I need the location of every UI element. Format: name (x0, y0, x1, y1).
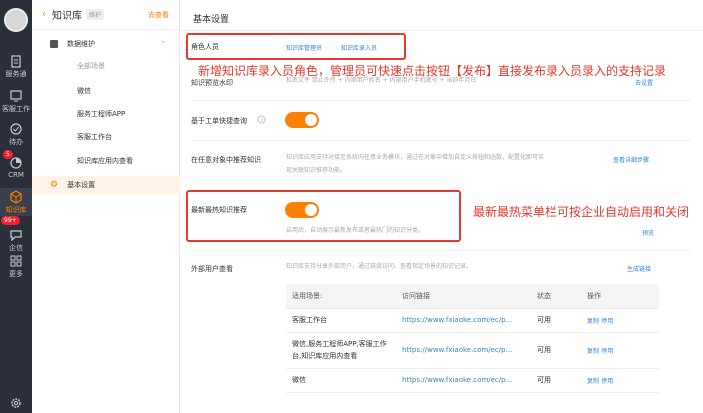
actions-cell: 复制 停用 (581, 368, 659, 393)
watermark-settings-link[interactable]: 去设置 (635, 78, 653, 87)
actions-cell: 复制 停用 (581, 332, 659, 369)
copy-link[interactable]: 复制 (587, 348, 599, 355)
rail-item-knowledge[interactable]: 知识库 99+ (0, 188, 32, 225)
nav-item-basic-settings[interactable]: ⚙ 基本设置 (32, 176, 180, 194)
table-row: 微信,服务工程师APP,客服工作台,知识库应用内查看 https://www.f… (286, 332, 659, 369)
preview-link[interactable]: 预览 (642, 228, 654, 237)
scene-cell: 客服工作台 (286, 308, 396, 333)
clipboard-icon (11, 55, 21, 68)
watermark-desc: 私密文件 禁止外传 + 内部用户姓名 + 内部用户手机尾号 + 当前年月日 (286, 77, 477, 84)
monitor-icon (10, 90, 22, 102)
status-cell: 可用 (531, 332, 581, 369)
roles-label: 角色人员 (191, 43, 219, 51)
rail-item-todo[interactable]: 待办 (0, 122, 32, 147)
table-row: 微信 https://www.fxiaoke.com/ec/p... 可用 复制… (286, 368, 659, 393)
status-cell: 可用 (531, 368, 581, 393)
nav-item-wechat[interactable]: 微信 (77, 86, 91, 96)
hot-toggle[interactable] (285, 202, 319, 218)
rail-label: CRM (8, 171, 24, 179)
help-circle-icon[interactable]: ? (257, 115, 266, 124)
grid-icon (10, 255, 22, 267)
disable-link[interactable]: 停用 (601, 378, 613, 385)
knowledge-badge: 99+ (1, 216, 20, 225)
page-title: 基本设置 (193, 15, 230, 25)
gear-icon: ⚙ (50, 180, 59, 190)
rail-label: 更多 (9, 270, 23, 278)
view-link[interactable]: 去查看 (148, 10, 169, 20)
rail-label: 服务通 (5, 70, 27, 78)
actions-cell: 复制 停用 (581, 308, 659, 333)
check-circle-icon (10, 123, 22, 135)
url-link[interactable]: https://www.fxiaoke.com/ec/p... (396, 332, 531, 369)
status-cell: 可用 (531, 308, 581, 333)
rail-item-chat[interactable]: 企信 (0, 228, 32, 253)
divider (191, 140, 691, 141)
annotation-hot: 最新最热菜单栏可按企业自动启用和关闭 (473, 205, 690, 219)
scene-cell: 微信,服务工程师APP,客服工作台,知识库应用内查看 (286, 332, 396, 369)
hot-desc: 启用后，自动展示最新发布或者最热门的知识分类。 (286, 227, 425, 234)
avatar[interactable] (4, 8, 28, 32)
rail-item-service[interactable]: 服务通 (0, 54, 32, 79)
chat-icon (10, 230, 22, 242)
nav-item-in-app-view[interactable]: 知识库应用内查看 (77, 156, 133, 166)
nav-item-all-scenes[interactable]: 全部场景 (77, 61, 105, 71)
col-status: 状态 (531, 284, 581, 309)
external-label: 外部用户查看 (191, 265, 233, 273)
divider (191, 100, 691, 101)
watermark-label: 知识预览水印 (191, 79, 233, 87)
ticket-query-label: 基于工单快捷查询 (191, 117, 247, 125)
copy-link[interactable]: 复制 (587, 318, 599, 325)
external-desc: 知识库支持分享外部用户，通过链接访问、查看指定场景的知识记录。 (286, 263, 473, 270)
nav-group-data[interactable]: 数据维护 ⌃ (32, 35, 180, 53)
rail-label: 企信 (9, 244, 23, 252)
rail-item-cs-work[interactable]: 客服工作 (0, 89, 32, 114)
knowledge-nav: ‹ 知识库 维护 去查看 数据维护 ⌃ 全部场景 微信 服务工程师APP 客服工… (32, 0, 180, 413)
nav-tag: 维护 (86, 9, 105, 20)
generate-link[interactable]: 生成链接 (627, 264, 651, 273)
table-row: 客服工作台 https://www.fxiaoke.com/ec/p... 可用… (286, 308, 659, 333)
nav-active-label: 基本设置 (67, 181, 96, 189)
ticket-query-toggle[interactable] (285, 112, 319, 128)
nav-item-cs-workbench[interactable]: 客服工作台 (77, 132, 112, 142)
rail-item-more[interactable]: 更多 (0, 254, 32, 279)
rail-label: 客服工作 (2, 105, 30, 113)
any-object-desc-2: 现关联知识推荐功能。 (286, 167, 347, 174)
back-chevron-icon[interactable]: ‹ (42, 9, 46, 20)
any-object-desc-1: 知识库应用支持对接至系统内任意业务模块，通过在对象中增加自定义按钮和函数，配置化… (286, 154, 545, 161)
settings-gear-icon[interactable] (9, 396, 23, 410)
main-content: 基本设置 角色人员 知识库管理员 知识库录入员 新增知识库录入员角色，管理员可快… (181, 0, 703, 413)
chevron-up-icon: ⌃ (160, 40, 166, 48)
scene-cell: 微信 (286, 368, 396, 393)
app-rail: 服务通 客服工作 待办 CRM 5 知识库 99+ 企信 更多 (0, 0, 32, 413)
box-icon (10, 190, 22, 204)
divider (181, 30, 703, 31)
divider (191, 250, 691, 251)
role-editor-link[interactable]: 知识库录入员 (341, 43, 377, 52)
hot-label: 最新最热知识推荐 (191, 206, 247, 214)
nav-group-label: 数据维护 (67, 40, 95, 48)
view-steps-link[interactable]: 查看详细步骤 (613, 155, 649, 164)
disable-link[interactable]: 停用 (601, 318, 613, 325)
col-scene: 适用场景: (286, 284, 396, 309)
any-object-label: 在任意对象中推荐知识 (191, 156, 261, 164)
col-actions: 操作 (581, 284, 659, 309)
col-url: 访问链接 (396, 284, 531, 309)
rail-item-crm[interactable]: CRM 5 (0, 150, 32, 179)
url-link[interactable]: https://www.fxiaoke.com/ec/p... (396, 368, 531, 393)
rail-label: 待办 (9, 138, 23, 146)
nav-title: 知识库 (52, 11, 82, 22)
role-admin-link[interactable]: 知识库管理员 (286, 43, 322, 52)
svg-text:?: ? (260, 118, 263, 124)
copy-link[interactable]: 复制 (587, 378, 599, 385)
nav-header: ‹ 知识库 维护 去查看 (32, 0, 179, 30)
crm-badge: 5 (3, 150, 13, 159)
table-header-row: 适用场景: 访问链接 状态 操作 (286, 284, 659, 309)
disable-link[interactable]: 停用 (601, 348, 613, 355)
nav-item-engineer-app[interactable]: 服务工程师APP (77, 109, 125, 119)
data-icon (50, 40, 58, 48)
url-link[interactable]: https://www.fxiaoke.com/ec/p... (396, 308, 531, 333)
links-table: 适用场景: 访问链接 状态 操作 客服工作台 https://www.fxiao… (286, 284, 659, 393)
rail-label: 知识库 (5, 206, 27, 214)
